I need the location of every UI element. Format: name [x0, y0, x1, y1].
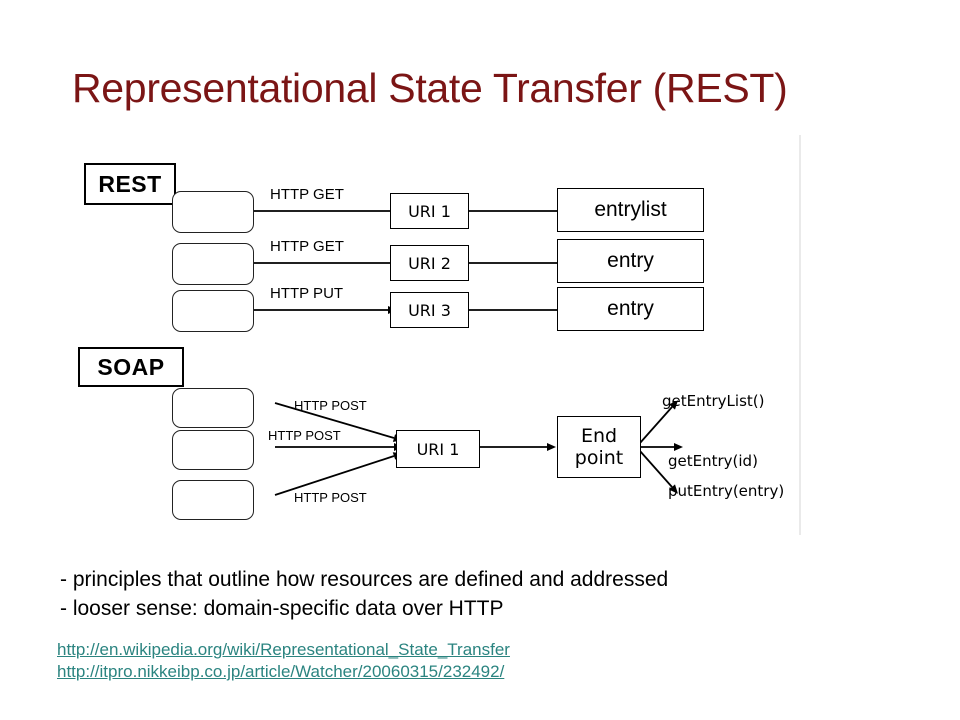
reference-link-wikipedia[interactable]: http://en.wikipedia.org/wiki/Representat…	[57, 639, 510, 661]
rest-uri-box-2: URI 2	[390, 245, 469, 281]
rest-vs-soap-diagram: REST HTTP GET HTTP GET HTTP PUT URI 1 UR…	[60, 135, 805, 535]
page-title: Representational State Transfer (REST)	[72, 65, 788, 111]
rest-resource-box-2: entry	[557, 239, 704, 283]
rest-section-tag: REST	[84, 163, 176, 205]
soap-endpoint-box: End point	[557, 416, 641, 478]
rest-verb-label-2: HTTP GET	[270, 238, 344, 255]
rest-request-box-2	[172, 243, 254, 285]
soap-verb-label-2: HTTP POST	[268, 428, 341, 443]
soap-request-box-3	[172, 480, 254, 520]
soap-request-box-2	[172, 430, 254, 470]
rest-uri-box-3: URI 3	[390, 292, 469, 328]
slide-canvas: Representational State Transfer (REST) R…	[0, 0, 960, 720]
rest-request-box-3	[172, 290, 254, 332]
reference-link-itpro[interactable]: http://itpro.nikkeibp.co.jp/article/Watc…	[57, 661, 510, 683]
soap-request-box-1	[172, 388, 254, 428]
rest-verb-label-1: HTTP GET	[270, 186, 344, 203]
rest-resource-box-1: entrylist	[557, 188, 704, 232]
soap-operation-label-3: putEntry(entry)	[668, 482, 785, 500]
bullet-list: - principles that outline how resources …	[60, 565, 920, 623]
rest-request-box-1	[172, 191, 254, 233]
endpoint-line-1: End	[580, 425, 618, 447]
soap-uri-box: URI 1	[396, 430, 480, 468]
reference-links: http://en.wikipedia.org/wiki/Representat…	[57, 639, 510, 683]
bullet-item-1: - principles that outline how resources …	[60, 568, 669, 591]
endpoint-line-2: point	[574, 447, 624, 469]
rest-uri-box-1: URI 1	[390, 193, 469, 229]
bullet-item-2: - looser sense: domain-specific data ove…	[60, 597, 504, 620]
soap-operation-label-1: getEntryList()	[662, 392, 765, 410]
soap-verb-label-3: HTTP POST	[294, 490, 367, 505]
rest-verb-label-3: HTTP PUT	[270, 285, 344, 302]
soap-section-tag: SOAP	[78, 347, 184, 387]
soap-operation-label-2: getEntry(id)	[668, 452, 758, 470]
soap-verb-label-1: HTTP POST	[294, 398, 367, 413]
rest-resource-box-3: entry	[557, 287, 704, 331]
